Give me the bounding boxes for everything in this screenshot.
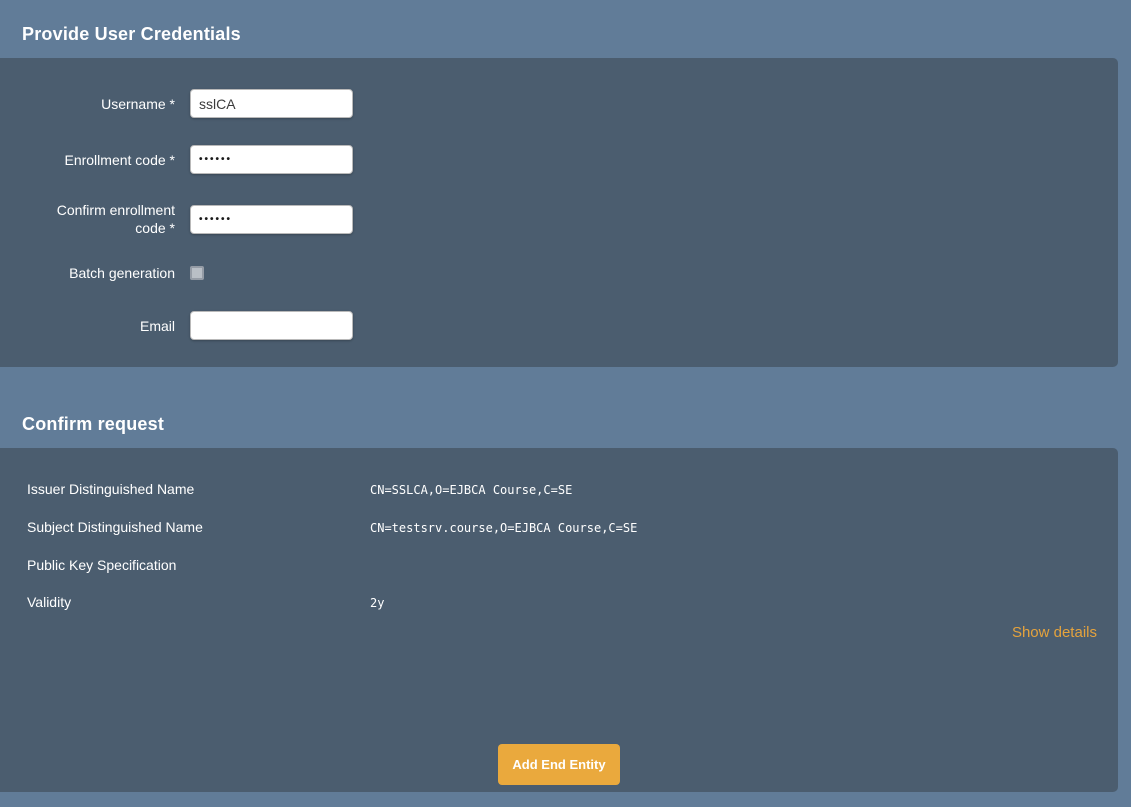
button-row: Add End Entity [0, 744, 1118, 785]
show-details-link[interactable]: Show details [1012, 624, 1097, 641]
email-label: Email [0, 317, 175, 335]
confirm-enrollment-code-input[interactable] [190, 205, 353, 234]
subject-dn-row: Subject Distinguished Name CN=testsrv.co… [27, 519, 1118, 536]
confirm-section-header: Confirm request [0, 367, 1131, 448]
enrollment-code-input[interactable] [190, 145, 353, 174]
confirm-panel: Issuer Distinguished Name CN=SSLCA,O=EJB… [0, 448, 1118, 792]
batch-generation-checkbox[interactable] [190, 266, 204, 280]
public-key-spec-label: Public Key Specification [27, 557, 370, 573]
issuer-dn-row: Issuer Distinguished Name CN=SSLCA,O=EJB… [27, 481, 1118, 498]
batch-generation-label: Batch generation [0, 264, 175, 282]
page: Provide User Credentials Username * Enro… [0, 0, 1131, 807]
username-row: Username * [0, 89, 1118, 118]
enrollment-code-row: Enrollment code * [0, 145, 1118, 174]
issuer-dn-value: CN=SSLCA,O=EJBCA Course,C=SE [370, 483, 572, 498]
confirm-enrollment-code-label: Confirm enrollment code * [0, 201, 175, 237]
batch-generation-row: Batch generation [0, 264, 1118, 282]
issuer-dn-label: Issuer Distinguished Name [27, 481, 370, 497]
confirm-section-title: Confirm request [0, 414, 164, 448]
subject-dn-label: Subject Distinguished Name [27, 519, 370, 535]
confirm-enrollment-code-row: Confirm enrollment code * [0, 201, 1118, 237]
enrollment-code-label: Enrollment code * [0, 151, 175, 169]
credentials-section-title: Provide User Credentials [0, 24, 241, 58]
username-input[interactable] [190, 89, 353, 118]
email-row: Email [0, 311, 1118, 340]
add-end-entity-button[interactable]: Add End Entity [498, 744, 619, 785]
credentials-section-header: Provide User Credentials [0, 0, 1131, 58]
credentials-panel: Username * Enrollment code * Confirm enr… [0, 58, 1118, 367]
show-details-row: Show details [27, 624, 1118, 642]
validity-row: Validity 2y [27, 594, 1118, 611]
username-label: Username * [0, 95, 175, 113]
email-input[interactable] [190, 311, 353, 340]
validity-label: Validity [27, 594, 370, 610]
subject-dn-value: CN=testsrv.course,O=EJBCA Course,C=SE [370, 521, 637, 536]
validity-value: 2y [370, 596, 384, 611]
public-key-spec-row: Public Key Specification [27, 557, 1118, 573]
